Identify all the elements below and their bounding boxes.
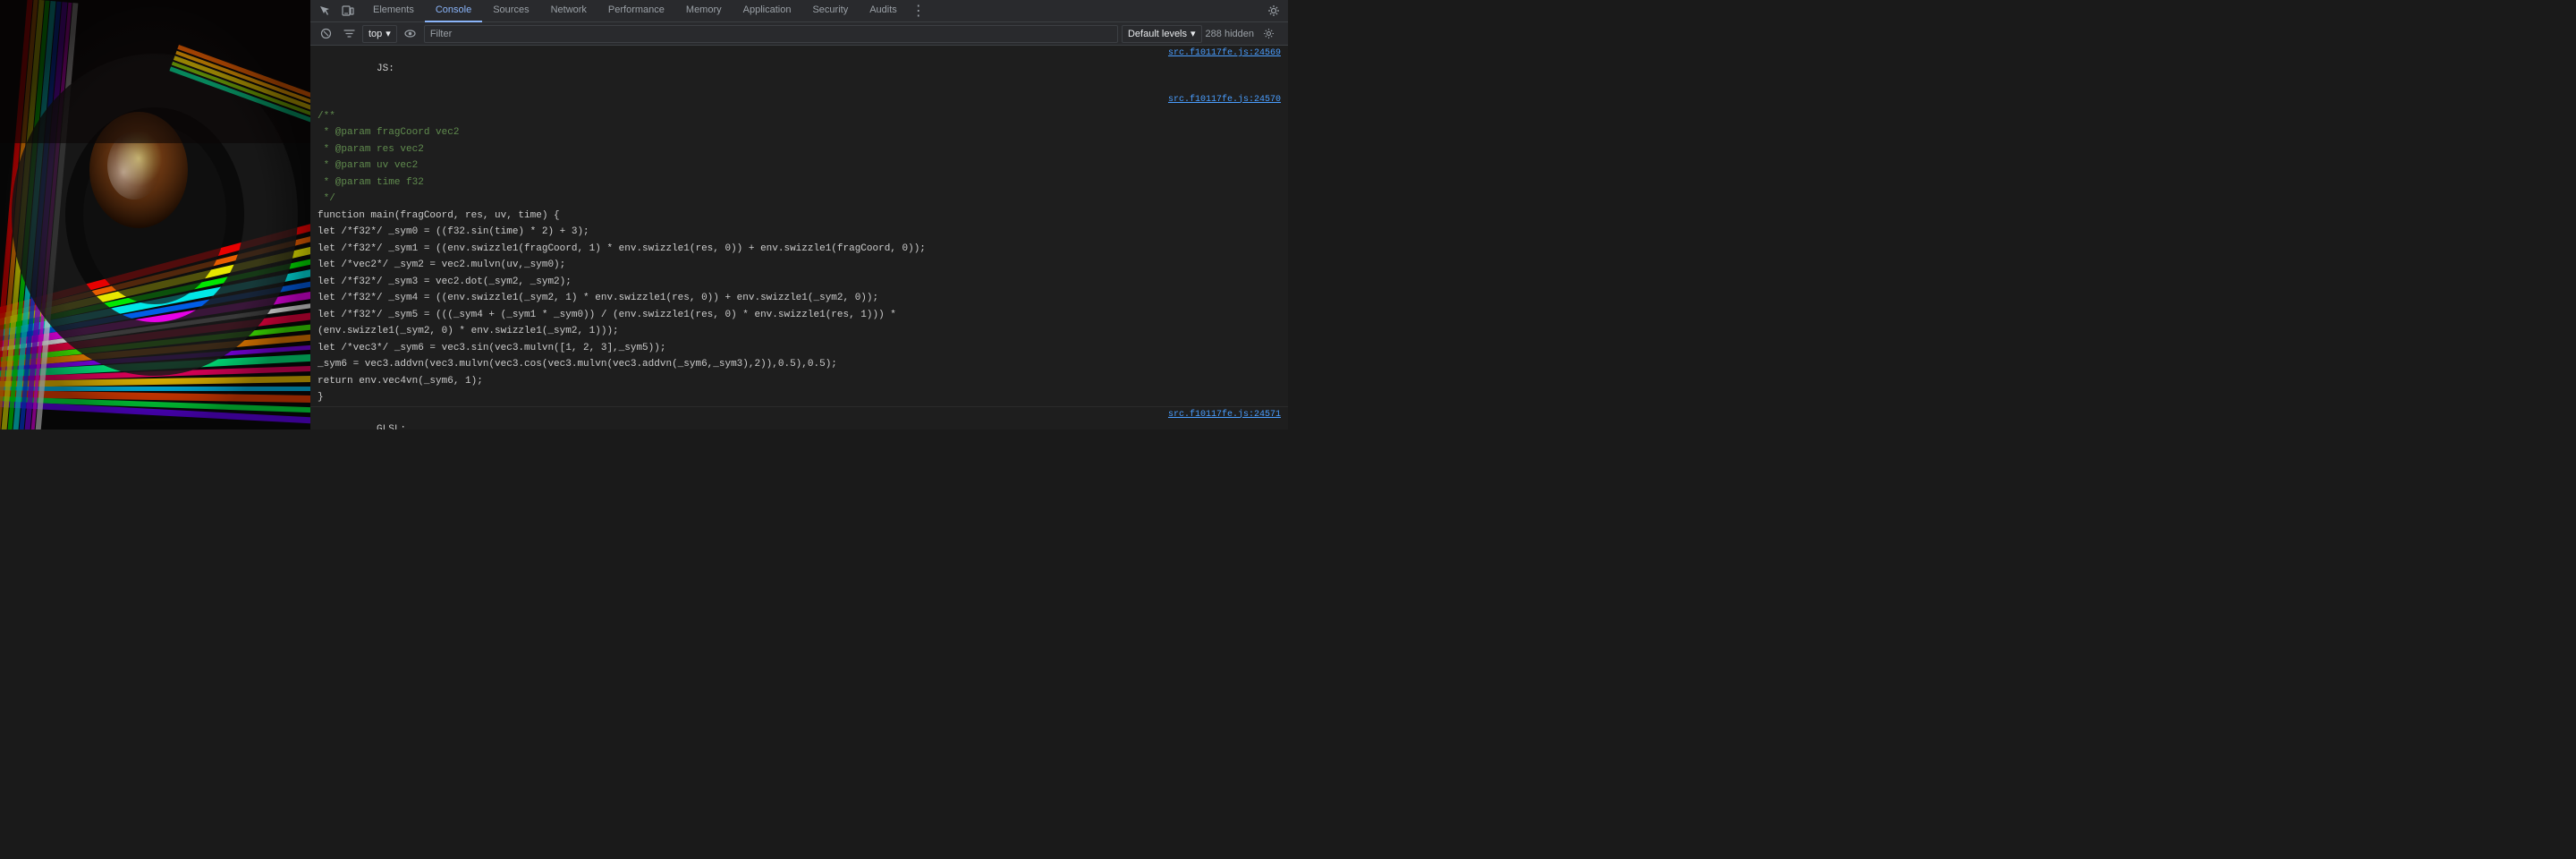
tab-elements[interactable]: Elements (362, 0, 425, 22)
js-section: JS: src.f10117fe.js:24569 src.f10117fe.j… (310, 46, 1288, 407)
canvas-svg (0, 0, 310, 430)
console-output[interactable]: JS: src.f10117fe.js:24569 src.f10117fe.j… (310, 46, 1288, 430)
devtools-panel: Elements Console Sources Network Perform… (310, 0, 1288, 430)
js-code-line-4: let /*vec2*/ _sym2 = vec2.mulvn(uv,_sym0… (310, 257, 1288, 274)
js-code-line-5: let /*f32*/ _sym3 = vec2.dot(_sym2, _sym… (310, 274, 1288, 291)
eye-icon[interactable] (401, 24, 420, 44)
devtools-settings-icon[interactable] (1263, 0, 1284, 21)
devtools-icon-group (310, 0, 362, 21)
tab-network[interactable]: Network (540, 0, 597, 22)
clear-console-icon[interactable] (316, 24, 335, 44)
context-label: top (369, 29, 382, 39)
canvas-panel (0, 0, 310, 430)
filter-input[interactable] (424, 25, 1118, 43)
more-tabs-button[interactable]: ⋮ (908, 0, 929, 21)
tab-application[interactable]: Application (733, 0, 802, 22)
js-comment-4: * @param uv vec2 (310, 157, 1288, 174)
js-label: JS: (318, 47, 1161, 91)
levels-arrow: ▾ (1191, 28, 1196, 39)
glsl-source-link-1[interactable]: src.f10117fe.js:24571 (1168, 408, 1281, 421)
js-code-line-7: let /*f32*/ _sym5 = (((_sym4 + (_sym1 * … (310, 307, 1288, 324)
js-code-line-3: let /*f32*/ _sym1 = ((env.swizzle1(fragC… (310, 241, 1288, 258)
js-code-line-9: let /*vec3*/ _sym6 = vec3.sin(vec3.mulvn… (310, 340, 1288, 357)
tab-audits[interactable]: Audits (859, 0, 908, 22)
js-code-line-8: (env.swizzle1(_sym2, 0) * env.swizzle1(_… (310, 323, 1288, 340)
inspect-element-icon[interactable] (314, 0, 335, 21)
js-comment-6: */ (310, 191, 1288, 208)
js-source-link-1[interactable]: src.f10117fe.js:24569 (1168, 47, 1281, 60)
devtools-tabs: Elements Console Sources Network Perform… (362, 0, 1263, 22)
js-code-line-6: let /*f32*/ _sym4 = ((env.swizzle1(_sym2… (310, 290, 1288, 307)
tab-console[interactable]: Console (425, 0, 482, 22)
tab-sources[interactable]: Sources (482, 0, 539, 22)
js-comment-3: * @param res vec2 (310, 141, 1288, 158)
js-src2-row: src.f10117fe.js:24570 (310, 92, 1288, 108)
devtools-topbar: Elements Console Sources Network Perform… (310, 0, 1288, 22)
glsl-label: GLSL: (318, 408, 1161, 430)
glsl-label-row: GLSL: src.f10117fe.js:24571 (310, 407, 1288, 430)
filter-icon[interactable] (339, 24, 359, 44)
js-source-link-2[interactable]: src.f10117fe.js:24570 (1168, 93, 1281, 106)
tab-memory[interactable]: Memory (675, 0, 733, 22)
js-code-line-10: _sym6 = vec3.addvn(vec3.mulvn(vec3.cos(v… (310, 356, 1288, 373)
glsl-section: GLSL: src.f10117fe.js:24571 src.f10117fe… (310, 407, 1288, 430)
device-toolbar-icon[interactable] (337, 0, 359, 21)
context-dropdown-arrow: ▾ (386, 28, 391, 39)
js-code-line-11: return env.vec4vn(_sym6, 1); (310, 373, 1288, 390)
context-selector[interactable]: top ▾ (362, 25, 397, 43)
console-toolbar: top ▾ Default levels ▾ 288 hidden (310, 22, 1288, 46)
js-code-line-1: function main(fragCoord, res, uv, time) … (310, 208, 1288, 225)
js-label-row: JS: src.f10117fe.js:24569 (310, 46, 1288, 92)
js-comment-1: /** (310, 108, 1288, 125)
levels-label: Default levels (1128, 29, 1187, 39)
js-comment-2: * @param fragCoord vec2 (310, 124, 1288, 141)
js-code-line-12: } (310, 389, 1288, 406)
levels-selector[interactable]: Default levels ▾ (1122, 25, 1202, 43)
tab-performance[interactable]: Performance (597, 0, 675, 22)
console-settings-icon[interactable] (1258, 23, 1279, 45)
tab-security[interactable]: Security (801, 0, 859, 22)
js-comment-5: * @param time f32 (310, 174, 1288, 191)
js-code-line-2: let /*f32*/ _sym0 = ((f32.sin(time) * 2)… (310, 224, 1288, 241)
hidden-count: 288 hidden (1206, 29, 1254, 39)
